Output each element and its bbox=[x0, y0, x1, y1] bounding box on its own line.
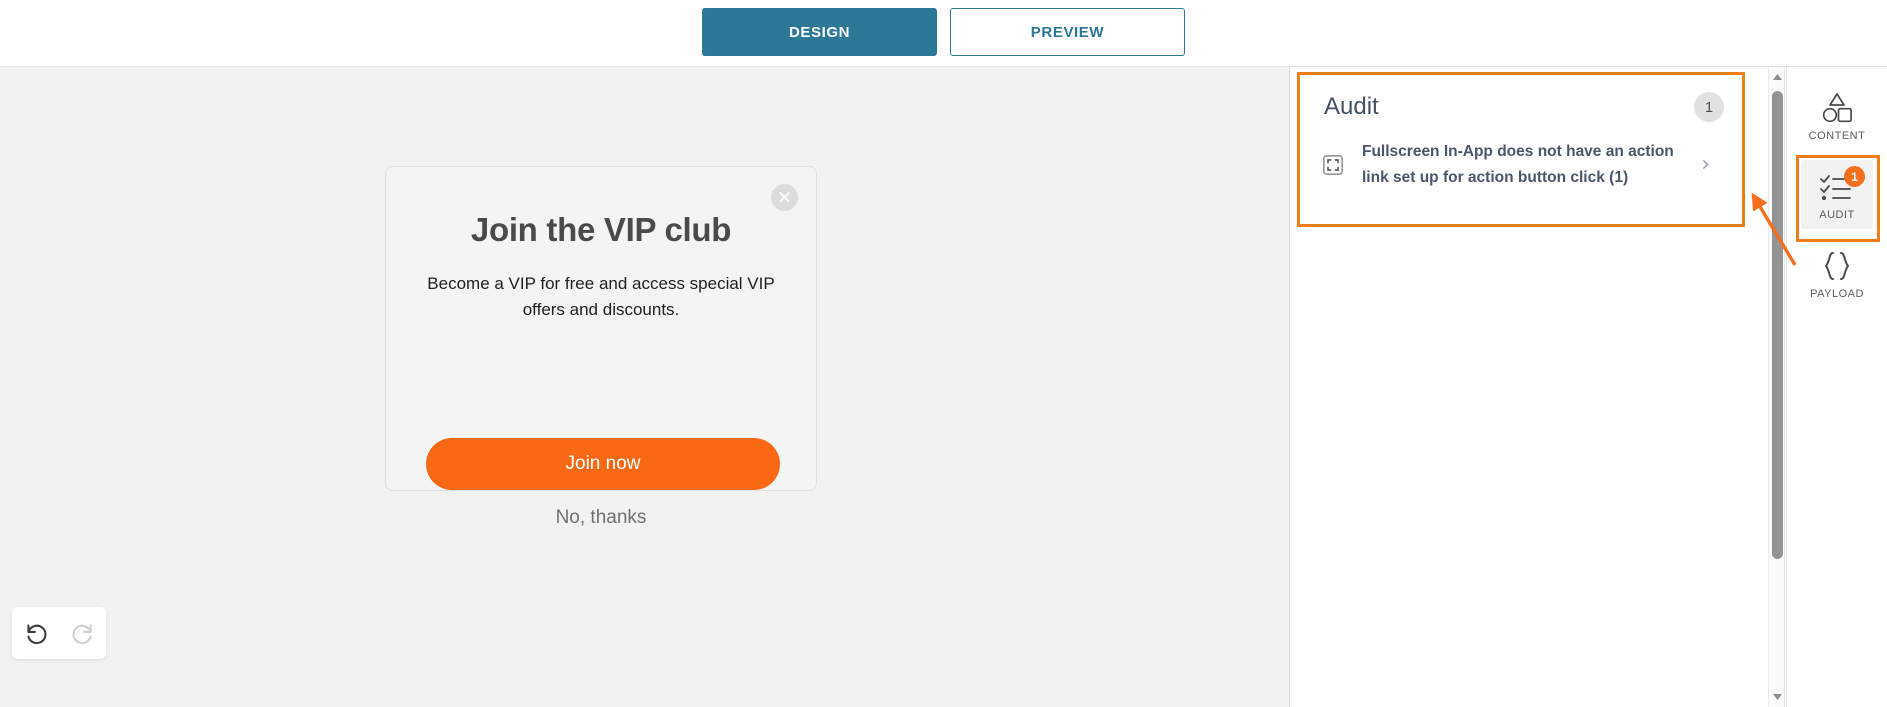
audit-item-text: Fullscreen In-App does not have an actio… bbox=[1362, 143, 1674, 186]
chevron-right-icon[interactable]: › bbox=[1692, 153, 1710, 176]
undo-icon[interactable] bbox=[23, 620, 49, 646]
scrollbar-thumb[interactable] bbox=[1772, 91, 1783, 559]
fullscreen-icon bbox=[1323, 154, 1343, 175]
in-app-message-modal[interactable]: × Join the VIP club Become a VIP for fre… bbox=[385, 166, 817, 528]
app-root: DESIGN PREVIEW × Join the VIP club Becom… bbox=[0, 0, 1887, 707]
tab-design[interactable]: DESIGN bbox=[702, 8, 937, 56]
no-thanks-link[interactable]: No, thanks bbox=[386, 507, 816, 529]
close-icon-glyph: × bbox=[776, 186, 793, 208]
rail-item-payload[interactable]: PAYLOAD bbox=[1801, 239, 1873, 308]
panel-scrollbar[interactable] bbox=[1768, 67, 1785, 707]
design-canvas[interactable]: × Join the VIP club Become a VIP for fre… bbox=[0, 67, 1290, 707]
audit-panel-highlighted: Audit 1 Fullscreen In-App does not have … bbox=[1297, 72, 1745, 227]
modal-title: Join the VIP club bbox=[470, 211, 732, 248]
tab-preview-label: PREVIEW bbox=[1030, 23, 1105, 41]
audit-count-badge: 1 bbox=[1694, 92, 1724, 122]
modal-body-text: Become a VIP for free and access special… bbox=[427, 274, 775, 320]
audit-panel-header: Audit 1 bbox=[1300, 75, 1742, 139]
rail-item-payload-label: PAYLOAD bbox=[1810, 288, 1864, 300]
history-controls bbox=[12, 607, 106, 659]
mode-tab-group: DESIGN PREVIEW bbox=[702, 8, 1185, 56]
top-tab-bar: DESIGN PREVIEW bbox=[0, 0, 1887, 67]
rail-item-audit-label: AUDIT bbox=[1819, 209, 1855, 221]
join-now-label: Join now bbox=[565, 453, 641, 474]
join-now-button[interactable]: Join now bbox=[426, 438, 780, 490]
tab-preview[interactable]: PREVIEW bbox=[950, 8, 1185, 56]
rail-item-audit[interactable]: AUDIT 1 bbox=[1801, 160, 1873, 229]
scroll-down-icon[interactable] bbox=[1769, 688, 1786, 705]
tab-design-label: DESIGN bbox=[788, 23, 851, 41]
audit-side-panel: Audit 1 Fullscreen In-App does not have … bbox=[1291, 67, 1768, 707]
scroll-up-icon[interactable] bbox=[1769, 69, 1786, 86]
rail-item-content[interactable]: CONTENT bbox=[1801, 81, 1873, 150]
close-icon[interactable]: × bbox=[771, 184, 798, 211]
shapes-icon bbox=[1822, 93, 1852, 123]
audit-panel-title: Audit bbox=[1324, 93, 1379, 120]
braces-icon bbox=[1825, 252, 1849, 280]
audit-list-item[interactable]: Fullscreen In-App does not have an actio… bbox=[1300, 139, 1742, 190]
rail-item-content-label: CONTENT bbox=[1808, 130, 1866, 142]
audit-badge: 1 bbox=[1844, 166, 1865, 187]
right-icon-rail: CONTENT AUDIT 1 PAYLOAD bbox=[1786, 67, 1887, 707]
redo-icon[interactable] bbox=[70, 620, 96, 646]
